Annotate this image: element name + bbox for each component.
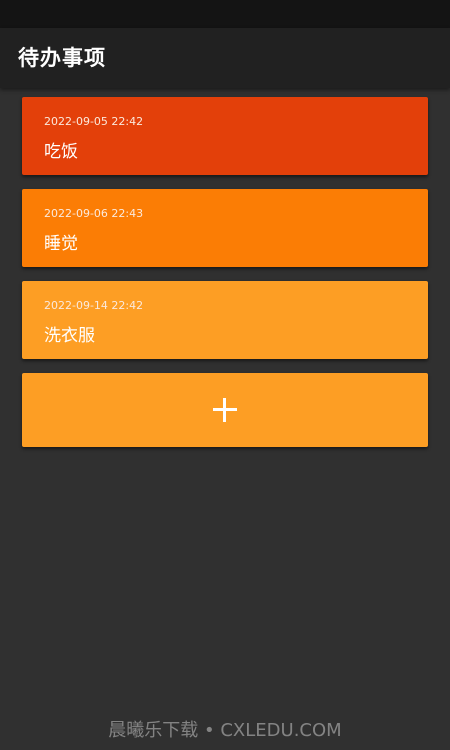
todo-item[interactable]: 2022-09-06 22:43 睡觉 — [22, 189, 428, 267]
add-todo-button[interactable] — [22, 373, 428, 447]
page-title: 待办事项 — [18, 46, 106, 70]
plus-icon — [213, 398, 237, 422]
todo-item[interactable]: 2022-09-05 22:42 吃饭 — [22, 97, 428, 175]
todo-text: 吃饭 — [44, 142, 78, 162]
todo-text: 洗衣服 — [44, 326, 95, 346]
todo-date: 2022-09-05 22:42 — [44, 115, 144, 128]
todo-date: 2022-09-06 22:43 — [44, 207, 144, 220]
watermark: 晨曦乐下载 • CXLEDU.COM — [108, 720, 342, 741]
status-bar — [0, 0, 450, 28]
todo-text: 睡觉 — [44, 234, 78, 254]
app-bar: 待办事项 — [0, 28, 450, 88]
todo-list: 2022-09-05 22:42 吃饭 2022-09-06 22:43 睡觉 … — [22, 97, 428, 447]
todo-item[interactable]: 2022-09-14 22:42 洗衣服 — [22, 281, 428, 359]
todo-date: 2022-09-14 22:42 — [44, 299, 144, 312]
